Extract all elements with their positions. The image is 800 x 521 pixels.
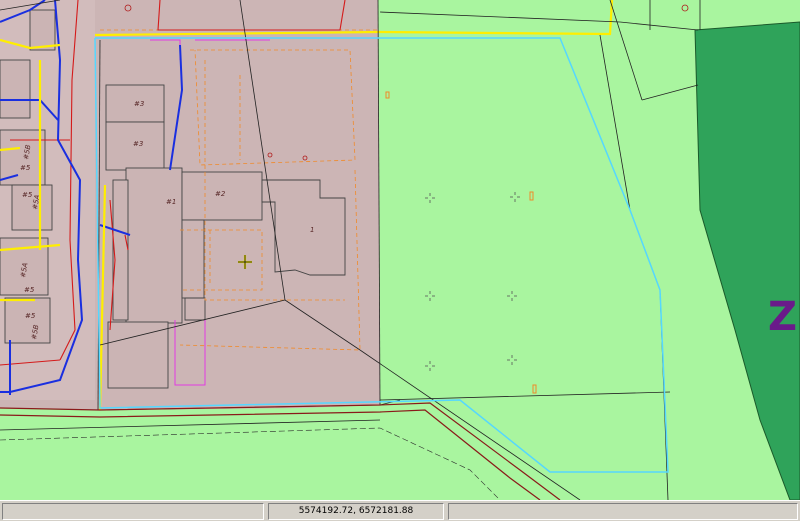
building-label-b9: #5	[25, 312, 36, 320]
building-label-b4: #2	[215, 190, 226, 198]
status-panel-right	[448, 503, 798, 520]
status-bar: 5574192.72, 6572181.88	[0, 500, 800, 521]
building-label-b5: 1	[310, 226, 314, 234]
building-label-b2: #3	[133, 140, 143, 148]
building-label-b3: #1	[166, 198, 176, 206]
building-label-b1: #3	[134, 100, 144, 108]
building-label-b7: #5	[22, 191, 33, 199]
zone-label: Z	[768, 294, 797, 340]
coordinate-readout: 5574192.72, 6572181.88	[268, 503, 444, 520]
status-panel-left	[2, 503, 264, 520]
building-label-b6: #5	[20, 164, 31, 172]
map-canvas[interactable]: #3 #3 #1 #2 1 #5 #5 #5 #5 #5B #5A #5A #5…	[0, 0, 800, 500]
building-b3	[125, 167, 183, 324]
building-label-b8: #5	[24, 286, 35, 294]
